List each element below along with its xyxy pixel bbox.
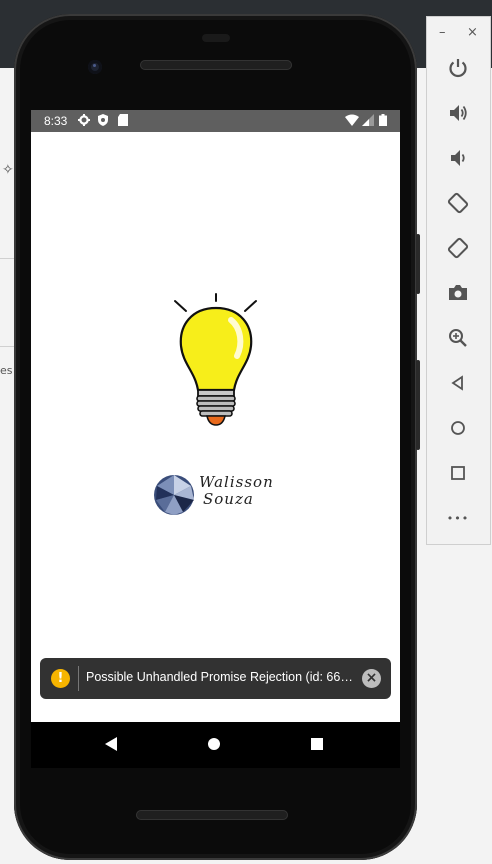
emulator-control-panel: – × ••• <box>426 16 491 545</box>
divider <box>0 346 14 347</box>
front-camera-icon <box>88 60 102 74</box>
side-button <box>416 234 420 294</box>
volume-up-icon <box>450 105 467 121</box>
rotate-right-button[interactable] <box>445 235 471 261</box>
camera-icon <box>449 285 467 300</box>
logo-line-2: Souza <box>203 490 254 508</box>
overview-icon <box>451 466 465 480</box>
zoom-button[interactable] <box>445 325 471 351</box>
device-screen: 8:33 Walisson Souza ! Possible Unhandled… <box>31 110 400 722</box>
home-button[interactable] <box>445 415 471 441</box>
bottom-speaker <box>136 810 288 820</box>
dismiss-close-icon[interactable]: × <box>362 669 381 688</box>
status-time: 8:33 <box>44 114 68 128</box>
battery-icon <box>379 114 387 126</box>
screenshot-button[interactable] <box>445 280 471 306</box>
sd-card-icon <box>118 114 128 126</box>
pin-icon[interactable]: ✧ <box>2 162 14 178</box>
back-icon <box>451 375 463 391</box>
logo-line-1: Walisson <box>199 473 274 491</box>
home-icon <box>451 421 465 435</box>
wifi-icon <box>345 114 359 126</box>
back-button[interactable] <box>445 370 471 396</box>
settings-gear-icon <box>78 114 90 126</box>
close-button[interactable]: × <box>467 25 478 40</box>
nav-recents-icon[interactable] <box>311 738 323 750</box>
nav-home-icon[interactable] <box>208 738 220 750</box>
rotate-left-button[interactable] <box>445 190 471 216</box>
volume-down-button[interactable] <box>445 145 471 171</box>
minimize-button[interactable]: – <box>439 25 446 40</box>
divider <box>78 666 79 691</box>
volume-up-button[interactable] <box>445 100 471 126</box>
nav-back-icon[interactable] <box>105 737 117 751</box>
warning-message: Possible Unhandled Promise Rejection (id… <box>86 670 356 684</box>
side-button <box>416 360 420 450</box>
host-text-fragment: es <box>0 364 13 377</box>
volume-down-icon <box>451 150 465 166</box>
rotate-left-icon <box>447 192 469 214</box>
cell-signal-icon <box>362 114 374 126</box>
earpiece-notch <box>202 34 230 42</box>
overview-button[interactable] <box>445 460 471 486</box>
lightbulb-icon <box>174 293 257 426</box>
power-icon <box>449 59 467 78</box>
zoom-icon <box>449 329 467 347</box>
android-navigation-bar <box>31 722 400 768</box>
warning-icon: ! <box>51 669 70 688</box>
status-bar: 8:33 <box>31 110 400 132</box>
more-icon[interactable]: ••• <box>445 505 471 531</box>
shield-icon <box>98 114 108 126</box>
brand-logo-text: Walisson Souza <box>199 474 274 508</box>
divider <box>0 258 14 259</box>
rotate-right-icon <box>447 237 469 259</box>
top-speaker <box>140 60 292 70</box>
power-button[interactable] <box>445 55 471 81</box>
yellowbox-warning-toast[interactable]: ! Possible Unhandled Promise Rejection (… <box>40 658 391 699</box>
